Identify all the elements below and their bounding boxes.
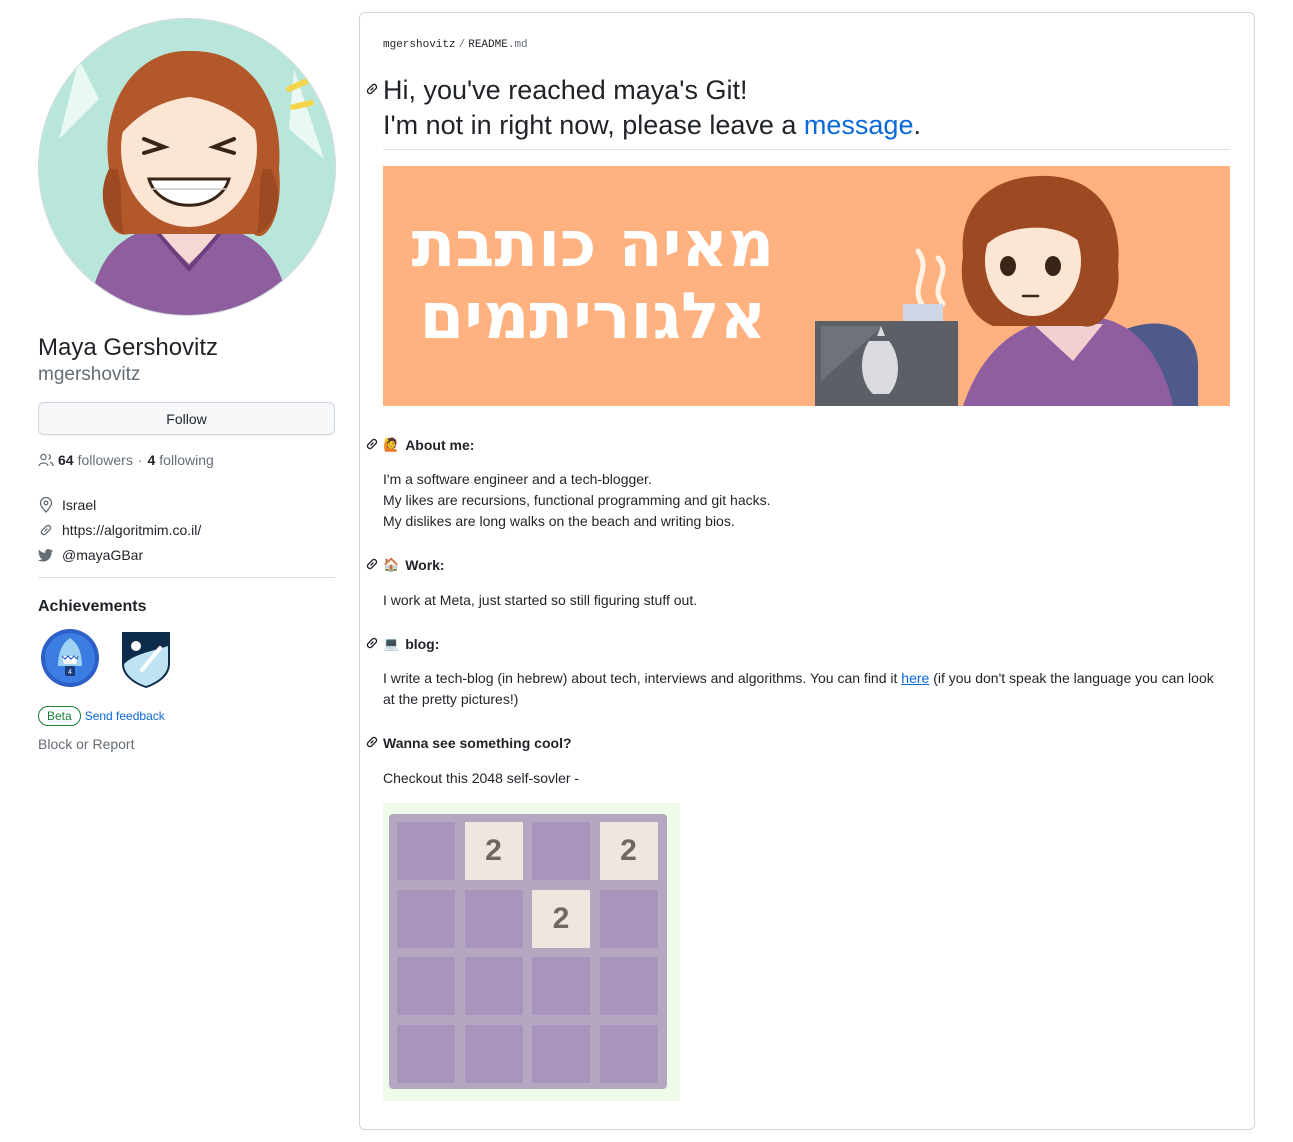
cool-heading-text: Wanna see something cool? <box>383 735 572 751</box>
title-line2: I'm not in right now, please leave a mes… <box>383 108 921 143</box>
readme-title: Hi, you've reached maya's Git! I'm not i… <box>383 73 921 143</box>
blog-here-link[interactable]: here <box>901 670 929 686</box>
twitter-link[interactable]: @mayaGBar <box>62 547 143 563</box>
anchor-link-icon[interactable] <box>364 734 380 750</box>
anchor-link-icon[interactable] <box>364 556 380 572</box>
cool-heading: Wanna see something cool? <box>383 735 572 751</box>
location-text: Israel <box>62 496 97 513</box>
about-line-2: My likes are recursions, functional prog… <box>383 492 771 508</box>
breadcrumb: mgershovitz / README.md <box>383 39 528 51</box>
avatar-illustration <box>39 19 335 315</box>
following-count: 4 <box>147 452 156 468</box>
breadcrumb-separator: / <box>458 39 466 51</box>
people-icon <box>38 453 54 467</box>
svg-text:4: 4 <box>68 669 72 676</box>
game-tile <box>397 1024 455 1083</box>
game-tile <box>532 957 590 1015</box>
about-heading: 🙋 About me: <box>383 437 474 453</box>
followers-count: 64 <box>58 452 74 468</box>
message-link[interactable]: message <box>804 110 914 140</box>
beta-feedback-row: Beta Send feedback <box>38 706 165 726</box>
arctic-badge-icon[interactable] <box>114 626 178 690</box>
twitter-item: @mayaGBar <box>38 542 201 567</box>
anchor-link-icon[interactable] <box>364 635 380 651</box>
about-line-3: My dislikes are long walks on the beach … <box>383 513 735 529</box>
house-emoji: 🏠 <box>383 557 400 573</box>
follow-stats: 64 followers · 4 following <box>38 452 214 468</box>
about-line-1: I'm a software engineer and a tech-blogg… <box>383 471 652 487</box>
game-tile <box>532 1024 590 1083</box>
game-2048-animation: 222 <box>383 803 680 1101</box>
blog-heading-text: blog: <box>405 636 440 652</box>
profile-details: Israel https://algoritmim.co.il/ @mayaGB… <box>38 492 201 567</box>
follow-button[interactable]: Follow <box>38 402 335 435</box>
location-item: Israel <box>38 492 201 517</box>
breadcrumb-owner[interactable]: mgershovitz <box>383 39 456 51</box>
game-tile <box>532 822 590 880</box>
game-tile <box>599 889 658 948</box>
profile-login: mgershovitz <box>38 364 141 385</box>
title-line2-suffix: . <box>913 110 921 140</box>
shark-badge-icon[interactable]: 4 <box>38 626 102 690</box>
about-heading-text: About me: <box>405 437 475 453</box>
website-item: https://algoritmim.co.il/ <box>38 517 201 542</box>
game-board: 222 <box>389 814 667 1089</box>
work-text: I work at Meta, just started so still fi… <box>383 590 697 611</box>
game-tile <box>464 1024 523 1083</box>
laptop-emoji: 💻 <box>383 636 400 652</box>
followers-label: followers <box>77 452 133 468</box>
blog-banner-image: מאיה כותבת אלגוריתמים <box>383 166 1230 406</box>
website-link[interactable]: https://algoritmim.co.il/ <box>62 522 201 538</box>
game-tile <box>397 889 455 948</box>
profile-name: Maya Gershovitz <box>38 334 219 361</box>
title-divider <box>383 149 1230 150</box>
send-feedback-link[interactable]: Send feedback <box>85 709 165 723</box>
sidebar-divider <box>38 577 335 578</box>
raising-hand-emoji: 🙋 <box>383 437 400 453</box>
title-line2-prefix: I'm not in right now, please leave a <box>383 110 804 140</box>
achievement-badges: 4 <box>38 626 178 690</box>
game-tile: 2 <box>599 822 658 880</box>
readme-box: mgershovitz / README.md Hi, you've reached… <box>359 12 1255 1130</box>
block-report-link[interactable]: Block or Report <box>38 736 134 752</box>
breadcrumb-file: README <box>468 39 508 51</box>
title-line1: Hi, you've reached maya's Git! <box>383 75 748 105</box>
game-tile <box>599 957 658 1015</box>
anchor-link-icon[interactable] <box>364 81 380 97</box>
following-label: following <box>159 452 214 468</box>
game-tile <box>599 1024 658 1083</box>
work-heading-text: Work: <box>405 557 445 573</box>
link-icon <box>40 524 52 535</box>
blog-text: I write a tech-blog (in hebrew) about te… <box>383 668 1228 710</box>
blog-heading: 💻 blog: <box>383 636 439 652</box>
twitter-icon <box>38 548 53 561</box>
banner-text-line2: אלגוריתמים <box>420 280 767 354</box>
location-icon <box>39 496 53 513</box>
game-tile <box>397 822 455 880</box>
work-heading: 🏠 Work: <box>383 557 445 573</box>
cool-line-1: Checkout this 2048 self-sovler - <box>383 770 580 786</box>
following-link[interactable]: 4 following <box>148 452 214 468</box>
followers-link[interactable]: 64 followers <box>58 452 133 468</box>
stats-separator: · <box>137 452 143 468</box>
game-tile <box>464 957 523 1015</box>
breadcrumb-ext: .md <box>507 39 528 51</box>
work-line-1: I work at Meta, just started so still fi… <box>383 592 698 608</box>
avatar[interactable] <box>38 18 336 316</box>
blog-text-before: I write a tech-blog (in hebrew) about te… <box>383 670 902 686</box>
achievements-title: Achievements <box>38 598 147 615</box>
banner-text-line1: מאיה כותבת <box>412 208 775 282</box>
game-tile: 2 <box>464 822 523 880</box>
game-tile <box>464 889 523 948</box>
cool-text: Checkout this 2048 self-sovler - <box>383 768 579 789</box>
game-tile: 2 <box>532 889 590 948</box>
about-text: I'm a software engineer and a tech-blogg… <box>383 469 771 532</box>
beta-badge: Beta <box>38 706 81 726</box>
anchor-link-icon[interactable] <box>364 436 380 452</box>
game-tile <box>397 957 455 1015</box>
